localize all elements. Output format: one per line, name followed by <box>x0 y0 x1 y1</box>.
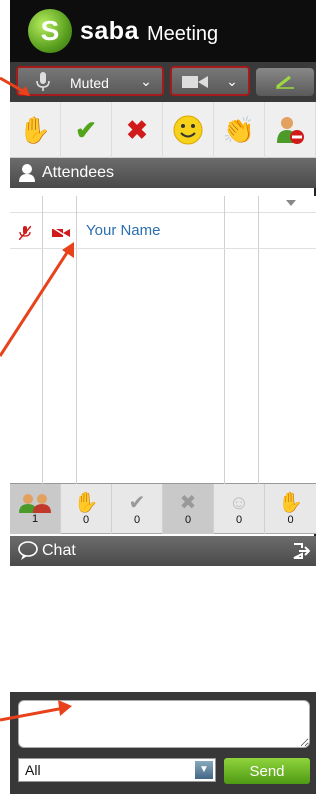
chat-bubble-icon <box>18 541 38 560</box>
disagree-button[interactable]: ✖ <box>112 102 163 158</box>
raise-hand-count: 0 <box>82 514 90 526</box>
whiteboard-button[interactable] <box>256 68 314 96</box>
count-raise-hand: ✋ 0 <box>61 484 112 534</box>
pencil-icon <box>276 75 294 89</box>
x-icon: ✖ <box>179 492 197 514</box>
checkmark-icon: ✔ <box>128 492 146 514</box>
camera-button[interactable]: ⌄ <box>170 66 250 96</box>
recipient-select[interactable]: All ▼ <box>18 758 216 782</box>
raise-hand-icon: ✋ <box>73 492 99 514</box>
applause-icon: ✋ <box>278 492 303 514</box>
attendee-name[interactable]: Your Name <box>86 222 161 239</box>
agree-count: 0 <box>133 514 141 526</box>
count-smile: ☺ 0 <box>214 484 265 534</box>
agree-button[interactable]: ✔ <box>61 102 112 158</box>
media-controls: Muted ⌄ ⌄ <box>10 62 316 102</box>
chat-input[interactable] <box>18 700 310 748</box>
brand-name: saba <box>80 16 139 45</box>
count-agree: ✔ 0 <box>112 484 163 534</box>
reaction-bar: ✋ ✔ ✖ 👏 <box>10 102 316 158</box>
count-applause: ✋ 0 <box>265 484 316 534</box>
muted-mic-icon <box>19 226 31 240</box>
table-row[interactable]: Your Name <box>10 220 316 246</box>
mic-status-label: Muted <box>70 75 109 91</box>
send-button[interactable]: Send <box>224 758 310 784</box>
row-divider <box>10 248 316 249</box>
chevron-down-icon: ⌄ <box>226 73 238 89</box>
microphone-icon <box>36 72 50 91</box>
reaction-counts-bar: 1 ✋ 0 ✔ 0 ✖ 0 ☺ 0 ✋ 0 <box>10 484 316 534</box>
camera-dropdown-button[interactable]: ⌄ <box>220 70 244 92</box>
applause-count: 0 <box>287 514 294 526</box>
popout-icon[interactable] <box>292 542 310 560</box>
product-name: Meeting <box>146 22 219 45</box>
saba-logo: S <box>28 9 72 53</box>
smiley-icon: ☺ <box>228 492 250 514</box>
sort-arrow-icon[interactable] <box>286 200 296 206</box>
count-disagree: ✖ 0 <box>163 484 214 534</box>
video-camera-icon <box>182 76 208 88</box>
users-count: 1 <box>31 513 39 525</box>
applause-icon: 👏 <box>222 114 256 145</box>
user-icon <box>19 164 35 182</box>
applause-button[interactable]: 👏 <box>214 102 265 158</box>
count-users: 1 <box>10 484 61 534</box>
disagree-count: 0 <box>184 514 192 526</box>
attendees-title: Attendees <box>42 164 115 181</box>
chat-compose-area: All ▼ Send <box>10 692 316 794</box>
camera-off-icon <box>52 228 70 238</box>
chevron-down-icon[interactable]: ▼ <box>195 761 213 779</box>
smile-button[interactable] <box>163 102 214 158</box>
send-label: Send <box>249 762 285 780</box>
users-icon <box>19 494 51 513</box>
x-icon: ✖ <box>126 114 148 145</box>
leave-button[interactable] <box>265 102 316 158</box>
raise-hand-icon: ✋ <box>18 114 52 145</box>
chat-header: Chat <box>10 536 316 566</box>
chevron-down-icon: ⌄ <box>140 73 152 89</box>
recipient-value: All <box>25 762 41 778</box>
smiley-icon <box>173 115 203 145</box>
mic-dropdown-button[interactable]: ⌄ <box>134 70 158 92</box>
meeting-panel: S saba Meeting Muted ⌄ ⌄ ✋ ✔ ✖ 👏 Attende… <box>10 0 316 794</box>
attendees-header: Attendees <box>10 158 316 188</box>
raise-hand-button[interactable]: ✋ <box>10 102 61 158</box>
chat-title: Chat <box>42 542 76 559</box>
checkmark-icon: ✔ <box>75 114 97 145</box>
attendees-table: Your Name <box>10 196 316 484</box>
table-header-line <box>10 212 316 213</box>
smile-count: 0 <box>235 514 243 526</box>
logo-letter: S <box>40 15 60 46</box>
mic-button[interactable]: Muted ⌄ <box>16 66 164 96</box>
chat-messages <box>10 566 316 692</box>
brand-bar: S saba Meeting <box>10 0 316 62</box>
leave-user-icon <box>277 117 304 144</box>
